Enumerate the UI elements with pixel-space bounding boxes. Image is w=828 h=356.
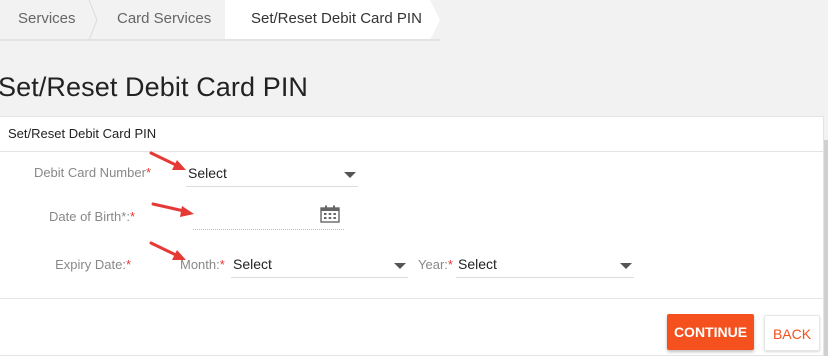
- breadcrumb-item-card-services[interactable]: Card Services: [95, 0, 225, 40]
- scrollbar[interactable]: [824, 140, 828, 356]
- form-footer-divider: [0, 298, 824, 299]
- debit-card-label: Debit Card Number*: [33, 165, 151, 180]
- dob-label: Date of Birth*:*: [49, 209, 135, 224]
- chevron-down-icon: [620, 263, 632, 269]
- panel-header: Set/Reset Debit Card PIN: [0, 117, 823, 152]
- breadcrumb-item-current: Set/Reset Debit Card PIN: [225, 0, 440, 40]
- breadcrumb-item-services[interactable]: Services: [0, 0, 95, 40]
- annotation-arrow: [149, 241, 186, 260]
- expiry-year-label: Year:*: [418, 257, 453, 272]
- chevron-down-icon: [344, 172, 356, 178]
- debit-card-select[interactable]: Select: [186, 161, 358, 187]
- back-button[interactable]: BACK: [764, 315, 820, 351]
- annotation-arrow: [151, 202, 194, 217]
- expiry-year-value: Select: [458, 256, 497, 272]
- expiry-date-label: Expiry Date:*: [55, 257, 131, 272]
- annotation-arrow: [149, 151, 186, 170]
- dob-input[interactable]: [193, 203, 344, 230]
- debit-card-select-value: Select: [188, 165, 227, 181]
- expiry-month-select[interactable]: Select: [231, 252, 408, 278]
- calendar-icon[interactable]: [320, 205, 340, 228]
- breadcrumb-shadow: [0, 39, 440, 41]
- expiry-month-value: Select: [233, 256, 272, 272]
- page-title: Set/Reset Debit Card PIN: [0, 72, 309, 102]
- continue-button[interactable]: CONTINUE: [667, 314, 754, 350]
- breadcrumb: Services Card Services Set/Reset Debit C…: [0, 0, 828, 41]
- chevron-down-icon: [394, 263, 406, 269]
- expiry-year-select[interactable]: Select: [456, 252, 634, 278]
